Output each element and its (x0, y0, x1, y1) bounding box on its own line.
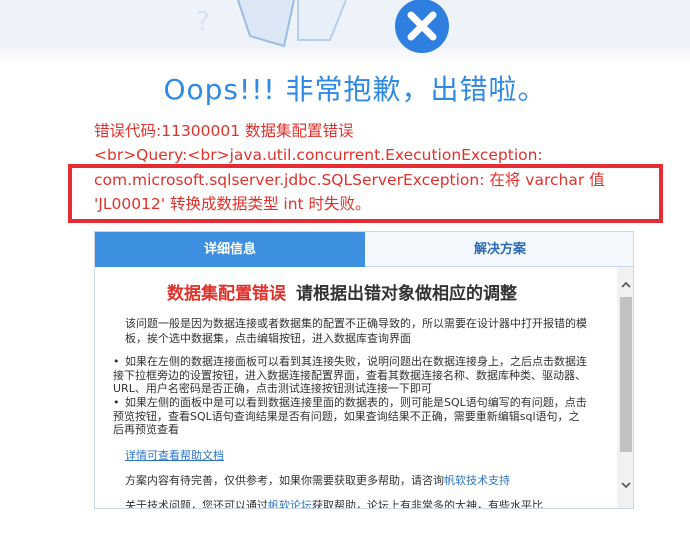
heading-instruction: 请根据出错对象做相应的调整 (296, 284, 517, 304)
error-code-line: 错误代码:11300001 数据集配置错误 (94, 122, 354, 140)
error-illustration: ? (196, 0, 449, 53)
forum-suffix: 获取帮助，论坛上有非常多的大神，有些水平比 (312, 499, 543, 509)
document-icon (237, 0, 295, 48)
chevron-up-icon[interactable] (617, 277, 633, 295)
info-panel: 详细信息 解决方案 数据集配置错误 请根据出错对象做相应的调整 该问题一般是因为数… (94, 231, 634, 509)
bullet-icon: • (113, 355, 120, 368)
forum-link[interactable]: 帆软论坛 (268, 499, 312, 508)
forum-prefix: 关于技术问题，您还可以通过 (125, 499, 268, 509)
help-docs-link[interactable]: 详情可查看帮助文档 (125, 447, 224, 463)
scrollbar-thumb[interactable] (620, 297, 632, 452)
list-item: • 如果在左侧的数据连接面板可以看到其连接失败，说明问题出在数据连接身上，之后点击… (113, 355, 587, 396)
scrollbar[interactable] (617, 267, 633, 508)
tab-bar: 详细信息 解决方案 (95, 232, 633, 267)
tab-solution[interactable]: 解决方案 (365, 232, 633, 267)
intro-paragraph: 该问题一般是因为数据连接或者数据集的配置不正确导致的，所以需要在设计器中打开报错… (125, 317, 587, 345)
highlight-box (68, 164, 663, 223)
support-text: 方案内容有待完善，仅供参考，如果你需要获取更多帮助，请咨询帆软技术支持 (125, 472, 510, 488)
page-title: Oops!!! 非常抱歉，出错啦。 (163, 73, 547, 106)
detail-content: 数据集配置错误 请根据出错对象做相应的调整 该问题一般是因为数据连接或者数据集的配… (95, 267, 617, 509)
heading-error-name: 数据集配置错误 (167, 284, 286, 304)
tech-support-link[interactable]: 帆软技术支持 (444, 474, 510, 487)
chevron-down-icon[interactable] (617, 477, 633, 495)
close-icon (395, 0, 449, 53)
bullet-icon: • (113, 396, 120, 409)
forum-text: 关于技术问题，您还可以通过帆软论坛获取帮助，论坛上有非常多的大神，有些水平比 (125, 497, 543, 509)
tab-details[interactable]: 详细信息 (95, 232, 365, 267)
detail-heading: 数据集配置错误 请根据出错对象做相应的调整 (167, 279, 587, 304)
support-prefix: 方案内容有待完善，仅供参考，如果你需要获取更多帮助，请咨询 (125, 474, 444, 487)
list-item: • 如果左侧的面板中是可以看到数据连接里面的数据表的，则可能是SQL语句编写的有问… (113, 396, 587, 437)
list-item-text: 如果左侧的面板中是可以看到数据连接里面的数据表的，则可能是SQL语句编写的有问题… (113, 396, 587, 436)
list-item-text: 如果在左侧的数据连接面板可以看到其连接失败，说明问题出在数据连接身上，之后点击数… (113, 355, 587, 395)
question-mark-icon: ? (196, 7, 210, 37)
